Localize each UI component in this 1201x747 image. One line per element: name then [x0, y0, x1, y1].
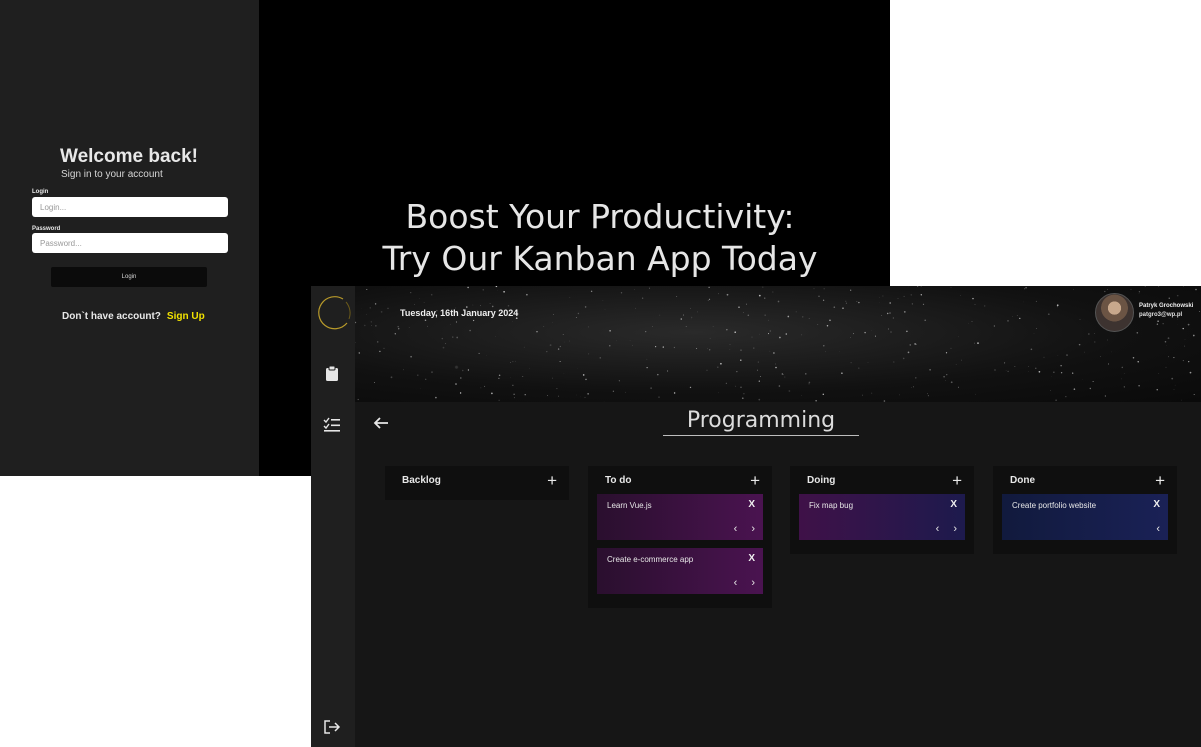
column-title: Backlog [402, 474, 441, 486]
kanban-screenshot: Tuesday, 16th January 2024 Patryk Grocho… [311, 286, 1201, 747]
task-card[interactable]: Fix map bug X ‹ › [799, 494, 965, 540]
move-left-button[interactable]: ‹ [936, 523, 940, 535]
task-card[interactable]: Learn Vue.js X ‹ › [597, 494, 763, 540]
column-header: To do + [588, 466, 772, 494]
clipboard-icon[interactable] [321, 362, 343, 384]
column-title: To do [605, 474, 632, 486]
column-backlog: Backlog + [385, 466, 569, 500]
headline-line-2: Try Our Kanban App Today [382, 239, 818, 278]
user-name: Patryk Grochowski [1139, 303, 1194, 309]
card-nav: ‹ › [734, 577, 755, 589]
delete-card-button[interactable]: X [748, 499, 755, 510]
task-text: Fix map bug [809, 501, 854, 510]
column-header: Doing + [790, 466, 974, 494]
column-header: Backlog + [385, 466, 569, 494]
column-header: Done + [993, 466, 1177, 494]
column-done: Done + Create portfolio website X ‹ [993, 466, 1177, 554]
back-arrow-icon[interactable] [372, 414, 390, 432]
card-nav: ‹ [1156, 523, 1160, 535]
move-left-button[interactable]: ‹ [734, 523, 738, 535]
column-title: Done [1010, 474, 1035, 486]
add-card-button[interactable]: + [547, 472, 557, 489]
task-text: Create e-commerce app [607, 555, 694, 564]
column-doing: Doing + Fix map bug X ‹ › [790, 466, 974, 554]
signup-prompt: Don`t have account? Sign Up [62, 311, 205, 322]
login-label: Login [32, 189, 49, 195]
login-button[interactable]: Login [51, 267, 207, 287]
header-banner: Tuesday, 16th January 2024 Patryk Grocho… [355, 286, 1201, 402]
move-right-button[interactable]: › [751, 523, 755, 535]
move-right-button[interactable]: › [751, 577, 755, 589]
starfield-background [355, 286, 1201, 402]
password-input[interactable] [32, 233, 228, 253]
promo-headline: Boost Your Productivity: Try Our Kanban … [340, 196, 860, 280]
move-left-button[interactable]: ‹ [1156, 523, 1160, 535]
task-text: Learn Vue.js [607, 501, 652, 510]
no-account-text: Don`t have account? [62, 311, 161, 322]
task-text: Create portfolio website [1012, 501, 1097, 510]
user-email: patgro3@wp.pl [1139, 312, 1183, 318]
move-right-button[interactable]: › [953, 523, 957, 535]
headline-line-1: Boost Your Productivity: [405, 197, 795, 236]
current-date: Tuesday, 16th January 2024 [400, 308, 519, 318]
logout-icon[interactable] [321, 716, 343, 738]
add-card-button[interactable]: + [1155, 472, 1165, 489]
signup-link[interactable]: Sign Up [167, 311, 205, 322]
welcome-title: Welcome back! [60, 146, 198, 167]
card-nav: ‹ › [734, 523, 755, 535]
column-todo: To do + Learn Vue.js X ‹ › Create e-comm… [588, 466, 772, 608]
stage: Welcome back! Sign in to your account Lo… [0, 0, 1201, 747]
task-card[interactable]: Create e-commerce app X ‹ › [597, 548, 763, 594]
avatar[interactable] [1095, 293, 1134, 332]
welcome-subtitle: Sign in to your account [61, 169, 163, 180]
logo-ring-icon[interactable] [313, 293, 353, 331]
add-card-button[interactable]: + [750, 472, 760, 489]
card-nav: ‹ › [936, 523, 957, 535]
delete-card-button[interactable]: X [748, 553, 755, 564]
add-card-button[interactable]: + [952, 472, 962, 489]
task-card[interactable]: Create portfolio website X ‹ [1002, 494, 1168, 540]
delete-card-button[interactable]: X [950, 499, 957, 510]
board-title: Programming [663, 408, 859, 436]
column-title: Doing [807, 474, 836, 486]
checklist-icon[interactable] [321, 414, 343, 436]
move-left-button[interactable]: ‹ [734, 577, 738, 589]
login-input[interactable] [32, 197, 228, 217]
login-panel: Welcome back! Sign in to your account Lo… [0, 0, 259, 476]
delete-card-button[interactable]: X [1153, 499, 1160, 510]
password-label: Password [32, 226, 61, 232]
sidebar [311, 286, 355, 747]
